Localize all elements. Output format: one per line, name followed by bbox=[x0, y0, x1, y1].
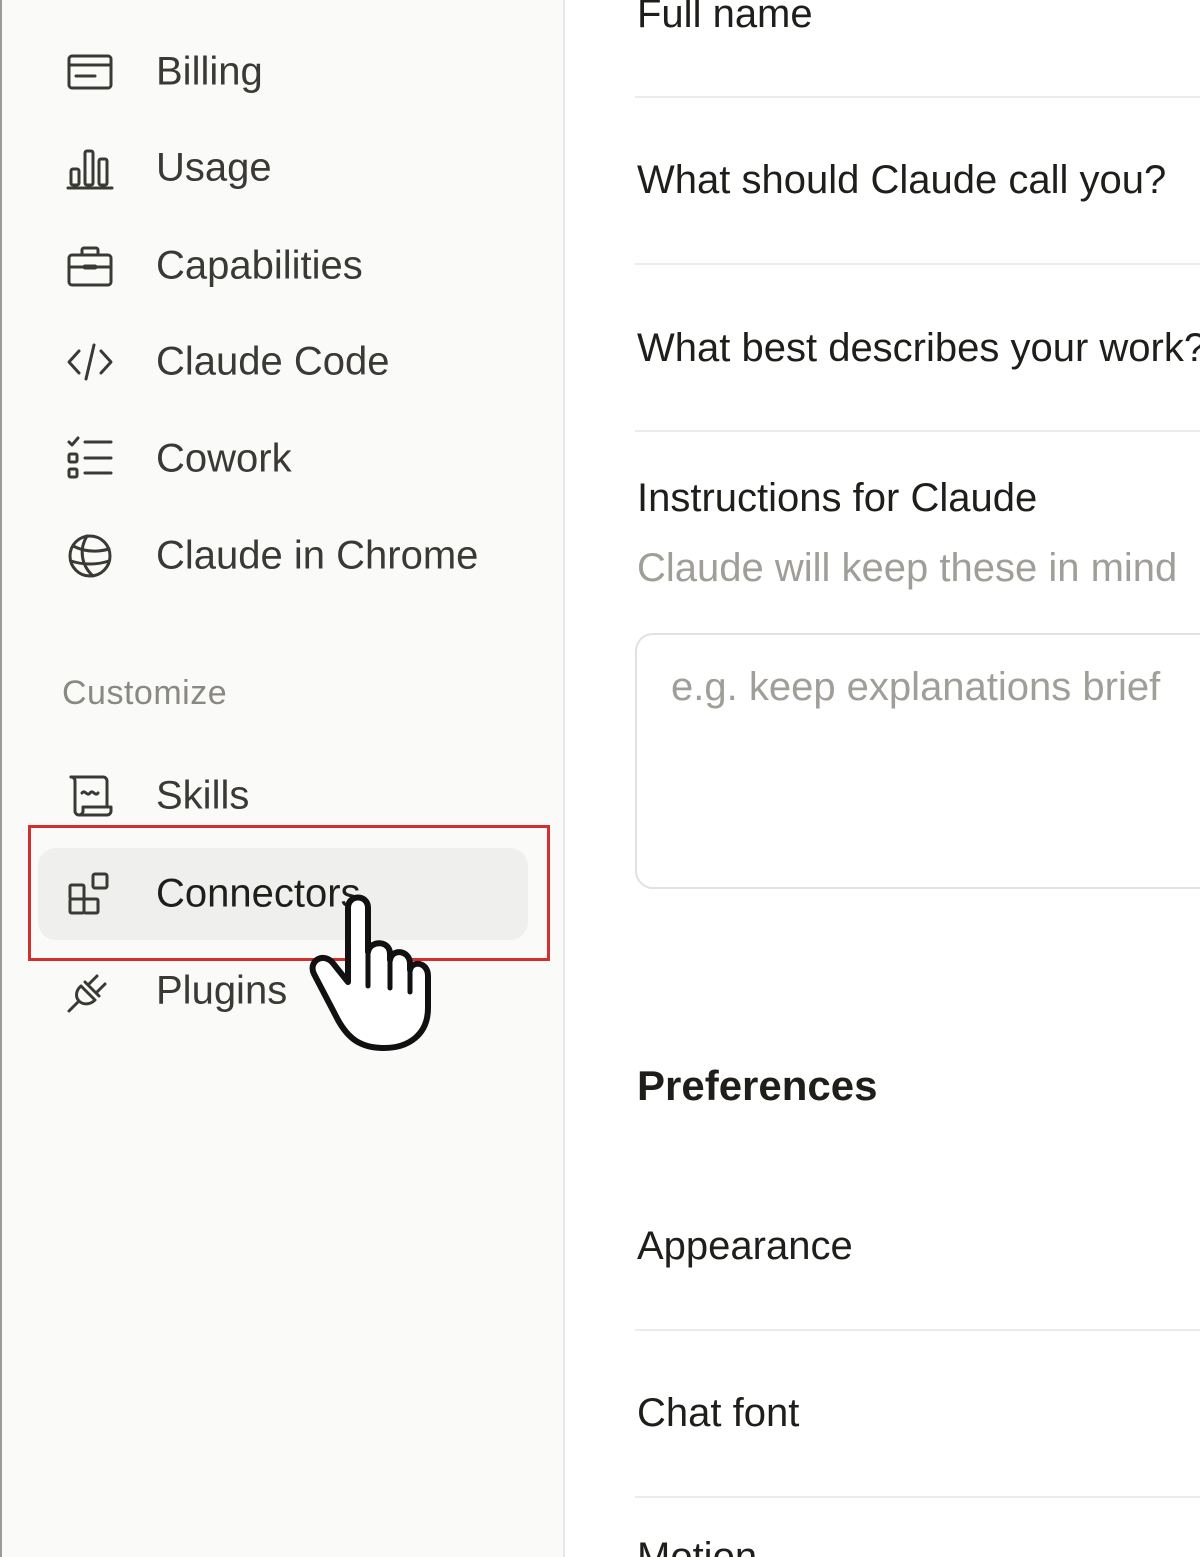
checklist-icon bbox=[64, 433, 116, 485]
instructions-hint: Claude will keep these in mind bbox=[637, 546, 1178, 590]
sidebar-item-cowork[interactable]: Cowork bbox=[38, 413, 528, 505]
sidebar-item-plugins[interactable]: Plugins bbox=[38, 945, 528, 1037]
instructions-placeholder: e.g. keep explanations brief bbox=[671, 665, 1161, 709]
hand-pointer-cursor-icon bbox=[309, 894, 431, 1051]
sidebar-item-connectors[interactable]: Connectors bbox=[38, 848, 528, 940]
connectors-grid-icon bbox=[64, 868, 116, 920]
motion-label: Motion bbox=[637, 1535, 758, 1557]
full-name-label: Full name bbox=[637, 0, 813, 36]
scroll-icon bbox=[64, 770, 116, 822]
sidebar-item-label: Claude Code bbox=[156, 339, 390, 384]
bar-chart-icon bbox=[64, 142, 116, 194]
briefcase-icon bbox=[64, 240, 116, 292]
code-icon bbox=[64, 336, 116, 388]
sidebar-item-label: Claude in Chrome bbox=[156, 533, 479, 578]
work-label: What best describes your work? bbox=[637, 326, 1200, 370]
divider bbox=[635, 1496, 1200, 1498]
instructions-textarea[interactable]: e.g. keep explanations brief bbox=[635, 633, 1200, 889]
sidebar-item-billing[interactable]: Billing bbox=[38, 26, 528, 118]
sidebar-item-label: Cowork bbox=[156, 436, 292, 481]
plug-icon bbox=[64, 965, 116, 1017]
sidebar-item-label: Plugins bbox=[156, 968, 288, 1013]
sidebar-item-skills[interactable]: Skills bbox=[38, 750, 528, 842]
divider bbox=[635, 1329, 1200, 1331]
sidebar-item-label: Capabilities bbox=[156, 243, 363, 288]
chat-font-label: Chat font bbox=[637, 1391, 800, 1435]
divider bbox=[635, 263, 1200, 265]
sidebar-item-label: Billing bbox=[156, 49, 263, 94]
sidebar-item-capabilities[interactable]: Capabilities bbox=[38, 220, 528, 312]
customize-section-label: Customize bbox=[62, 674, 228, 712]
sidebar-item-label: Usage bbox=[156, 145, 272, 190]
call-you-label: What should Claude call you? bbox=[637, 158, 1167, 202]
divider bbox=[635, 430, 1200, 432]
globe-icon bbox=[64, 530, 116, 582]
preferences-heading: Preferences bbox=[637, 1062, 878, 1109]
credit-card-icon bbox=[64, 46, 116, 98]
instructions-label: Instructions for Claude bbox=[637, 476, 1038, 520]
sidebar-item-label: Skills bbox=[156, 773, 250, 818]
appearance-label: Appearance bbox=[637, 1224, 853, 1268]
profile-settings-panel: Full name What should Claude call you? W… bbox=[565, 0, 1200, 1557]
sidebar-item-claude-in-chrome[interactable]: Claude in Chrome bbox=[38, 510, 528, 602]
divider bbox=[635, 96, 1200, 98]
sidebar-item-usage[interactable]: Usage bbox=[38, 122, 528, 214]
sidebar-item-claude-code[interactable]: Claude Code bbox=[38, 316, 528, 408]
settings-sidebar: Billing Usage Capabilities Claude Code C… bbox=[2, 0, 565, 1557]
